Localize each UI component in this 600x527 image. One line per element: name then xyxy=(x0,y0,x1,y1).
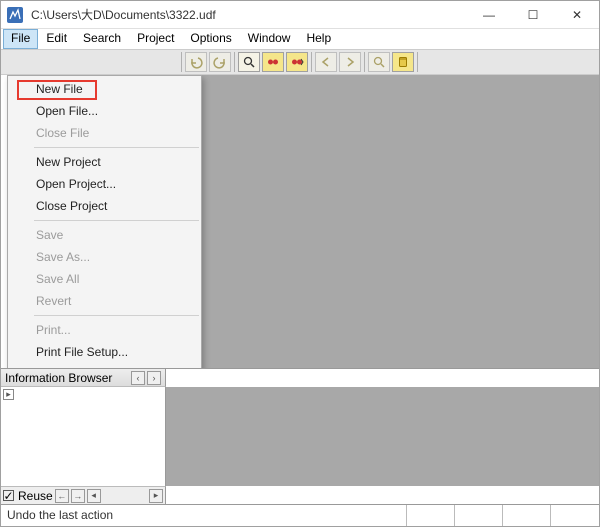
menu-print-poster[interactable]: Print Poster... xyxy=(8,363,201,368)
toolbar-separator xyxy=(311,52,312,72)
nav-next-icon[interactable]: → xyxy=(71,489,85,503)
minimize-button[interactable]: — xyxy=(467,1,511,29)
nav-forward-icon[interactable] xyxy=(339,52,361,72)
menu-new-project[interactable]: New Project xyxy=(8,151,201,173)
redo-icon[interactable] xyxy=(209,52,231,72)
menu-help[interactable]: Help xyxy=(298,29,339,49)
find-prev-icon[interactable] xyxy=(262,52,284,72)
info-header: Information Browser ‹ › xyxy=(1,369,166,387)
menu-separator xyxy=(34,315,199,316)
app-icon xyxy=(7,7,23,23)
chevron-right-icon[interactable]: › xyxy=(147,371,161,385)
info-tree[interactable]: ▸ xyxy=(1,387,166,486)
maximize-button[interactable]: ☐ xyxy=(511,1,555,29)
menu-separator xyxy=(34,220,199,221)
menu-close-file[interactable]: Close File xyxy=(8,122,201,144)
menu-save-all[interactable]: Save All xyxy=(8,268,201,290)
statusbar: Undo the last action xyxy=(1,504,599,526)
menu-edit[interactable]: Edit xyxy=(38,29,75,49)
menu-print-file-setup[interactable]: Print File Setup... xyxy=(8,341,201,363)
toolbar-separator xyxy=(417,52,418,72)
close-button[interactable]: ✕ xyxy=(555,1,599,29)
menu-close-project[interactable]: Close Project xyxy=(8,195,201,217)
menu-file[interactable]: File xyxy=(3,29,38,49)
find-next-icon[interactable] xyxy=(286,52,308,72)
menu-search[interactable]: Search xyxy=(75,29,129,49)
check-icon: ✓ xyxy=(3,489,13,503)
menu-save[interactable]: Save xyxy=(8,224,201,246)
menu-new-file[interactable]: New File xyxy=(8,78,201,100)
undo-icon[interactable] xyxy=(185,52,207,72)
menu-revert[interactable]: Revert xyxy=(8,290,201,312)
reuse-checkbox[interactable]: ✓ xyxy=(3,490,14,501)
chevron-left-icon[interactable]: ‹ xyxy=(131,371,145,385)
menu-window[interactable]: Window xyxy=(240,29,299,49)
nav-scroll-right-icon[interactable]: ▸ xyxy=(149,489,163,503)
status-cell xyxy=(407,505,455,526)
find-icon[interactable] xyxy=(238,52,260,72)
status-cell xyxy=(503,505,551,526)
work-area: New File Open File... Close File New Pro… xyxy=(1,75,599,368)
file-menu-dropdown: New File Open File... Close File New Pro… xyxy=(7,75,202,368)
menu-print[interactable]: Print... xyxy=(8,319,201,341)
information-browser-panel: Information Browser ‹ › ▸ ✓ Reuse ← → ◂ … xyxy=(1,368,599,504)
toolbar-separator xyxy=(364,52,365,72)
titlebar: C:\Users\大D\Documents\3322.udf — ☐ ✕ xyxy=(1,1,599,29)
toolbar-separator xyxy=(181,52,182,72)
tree-expand-icon[interactable]: ▸ xyxy=(3,389,14,400)
app-window: C:\Users\大D\Documents\3322.udf — ☐ ✕ Fil… xyxy=(0,0,600,527)
status-cell xyxy=(455,505,503,526)
menu-options[interactable]: Options xyxy=(182,29,239,49)
menu-open-project[interactable]: Open Project... xyxy=(8,173,201,195)
info-footer: ✓ Reuse ← → ◂ ▸ xyxy=(1,486,166,504)
info-content xyxy=(166,387,599,486)
nav-prev-icon[interactable]: ← xyxy=(55,489,69,503)
status-cell xyxy=(551,505,599,526)
nav-back-icon[interactable] xyxy=(315,52,337,72)
toolbar-separator xyxy=(234,52,235,72)
reuse-label: Reuse xyxy=(18,489,53,503)
zoom-icon[interactable] xyxy=(368,52,390,72)
window-title: C:\Users\大D\Documents\3322.udf xyxy=(29,6,467,23)
info-body: ▸ xyxy=(1,387,599,486)
status-message: Undo the last action xyxy=(1,505,407,526)
menu-separator xyxy=(34,147,199,148)
window-controls: — ☐ ✕ xyxy=(467,1,599,29)
info-title: Information Browser xyxy=(5,371,112,385)
toolbar xyxy=(1,49,599,75)
menu-save-as[interactable]: Save As... xyxy=(8,246,201,268)
nav-scroll-left-icon[interactable]: ◂ xyxy=(87,489,101,503)
menu-open-file[interactable]: Open File... xyxy=(8,100,201,122)
menu-project[interactable]: Project xyxy=(129,29,182,49)
menubar: File Edit Search Project Options Window … xyxy=(1,29,599,49)
delete-icon[interactable] xyxy=(392,52,414,72)
